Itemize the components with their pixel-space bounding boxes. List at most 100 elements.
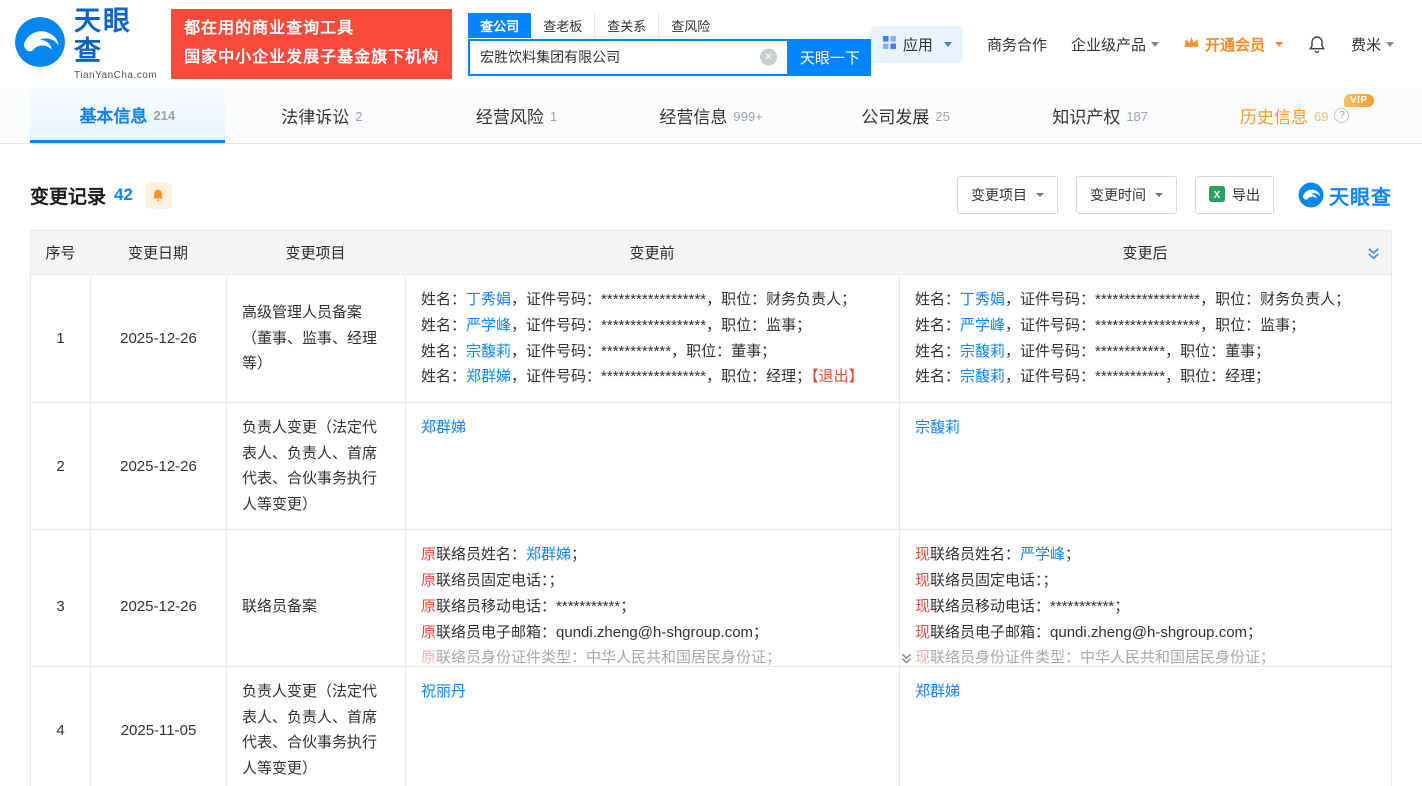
promo-banner: 都在用的商业查询工具 国家中小企业发展子基金旗下机构 xyxy=(171,9,452,79)
nav-tabs: 基本信息214法律诉讼2经营风险1经营信息999+公司发展25知识产权187历史… xyxy=(0,88,1422,144)
change-line: 现联络员姓名：严学峰； xyxy=(915,542,1376,568)
change-after: 郑群娣 xyxy=(899,667,1391,786)
nav-tab[interactable]: 知识产权187 xyxy=(1003,88,1198,143)
svg-text:X: X xyxy=(1214,190,1221,201)
enterprise-label: 企业级产品 xyxy=(1071,34,1146,55)
search-button[interactable]: 天眼一下 xyxy=(789,39,871,76)
text-segment: 姓名： xyxy=(915,343,960,360)
person-link[interactable]: 郑群娣 xyxy=(526,546,571,563)
filter-change-item-button[interactable]: 变更项目 xyxy=(957,176,1058,214)
nav-tab[interactable]: 基本信息214 xyxy=(30,88,225,143)
nav-tab-count: 999+ xyxy=(733,109,762,124)
nav-tab-label: 基本信息 xyxy=(79,102,147,127)
text-segment: 联络员电子邮箱：qundi.zheng@h-shgroup.com； xyxy=(930,624,1262,641)
search-tab[interactable]: 查公司 xyxy=(468,13,531,38)
clear-input-icon[interactable]: × xyxy=(760,49,777,66)
search-box: × 天眼一下 xyxy=(468,39,871,76)
table-body: 12025-12-26高级管理人员备案（董事、监事、经理等）姓名：丁秀娟，证件号… xyxy=(31,275,1391,786)
col-header-before: 变更前 xyxy=(405,231,899,274)
text-segment: 原 xyxy=(421,546,436,563)
change-line: 姓名：严学峰，证件号码：******************，职位：监事； xyxy=(421,313,884,339)
text-segment: 姓名： xyxy=(421,291,466,308)
subscribe-bell-icon[interactable] xyxy=(145,182,172,209)
person-link[interactable]: 丁秀娟 xyxy=(466,291,511,308)
change-line: 现联络员移动电话：***********； xyxy=(915,594,1376,620)
notifications-bell-icon[interactable] xyxy=(1307,34,1327,55)
change-before: 郑群娣 xyxy=(405,403,899,529)
search-tab[interactable]: 查老板 xyxy=(531,13,594,38)
text-segment: 现 xyxy=(915,572,930,589)
text-segment: 姓名： xyxy=(421,343,466,360)
text-segment: 原 xyxy=(421,649,436,666)
search-tab[interactable]: 查关系 xyxy=(594,13,658,38)
link-business-coop[interactable]: 商务合作 xyxy=(987,34,1047,55)
text-segment: 姓名： xyxy=(915,368,960,385)
filter-change-time-button[interactable]: 变更时间 xyxy=(1076,176,1177,214)
vip-label: 开通会员 xyxy=(1205,34,1265,55)
person-link[interactable]: 郑群娣 xyxy=(915,683,960,700)
text-segment: ； xyxy=(1065,546,1080,563)
page: 天眼查 TianYanCha.com 都在用的商业查询工具 国家中小企业发展子基… xyxy=(0,0,1422,786)
nav-tab[interactable]: 公司发展25 xyxy=(808,88,1003,143)
user-menu[interactable]: 费米 xyxy=(1351,34,1394,55)
text-segment: 姓名： xyxy=(421,368,466,385)
person-link[interactable]: 郑群娣 xyxy=(421,419,466,436)
change-before: 原联络员姓名：郑群娣；原联络员固定电话：；原联络员移动电话：**********… xyxy=(405,530,899,667)
expand-row-icon[interactable] xyxy=(900,652,913,665)
change-line: 郑群娣 xyxy=(915,679,1376,705)
search-tab[interactable]: 查风险 xyxy=(658,13,722,38)
text-segment: 姓名： xyxy=(421,317,466,334)
person-link[interactable]: 严学峰 xyxy=(960,317,1005,334)
person-link[interactable]: 郑群娣 xyxy=(466,368,511,385)
search-input[interactable] xyxy=(470,41,787,74)
text-segment: 联络员姓名： xyxy=(436,546,526,563)
col-header-no: 序号 xyxy=(31,231,90,274)
text-segment: 联络员电子邮箱：qundi.zheng@h-shgroup.com； xyxy=(436,624,768,641)
text-segment: ，证件号码：******************，职位：监事； xyxy=(511,317,811,334)
apps-menu[interactable]: 应用 xyxy=(871,26,963,63)
change-line: 原联络员固定电话：； xyxy=(421,568,884,594)
person-link[interactable]: 宗馥莉 xyxy=(960,343,1005,360)
filter-item-label: 变更项目 xyxy=(971,185,1027,205)
text-segment: 联络员固定电话：； xyxy=(436,572,564,589)
username: 费米 xyxy=(1351,34,1381,55)
row-index: 1 xyxy=(31,275,90,402)
link-enterprise-products[interactable]: 企业级产品 xyxy=(1071,34,1159,55)
watermark-text: 天眼查 xyxy=(1329,181,1392,210)
person-link[interactable]: 丁秀娟 xyxy=(960,291,1005,308)
help-icon[interactable]: ? xyxy=(1334,108,1349,123)
nav-tab[interactable]: 历史信息69VIP? xyxy=(1197,88,1392,143)
change-after: 宗馥莉 xyxy=(899,403,1391,529)
brand-name: 天眼查 xyxy=(74,7,157,66)
person-link[interactable]: 严学峰 xyxy=(466,317,511,334)
chevron-down-icon xyxy=(1155,193,1163,197)
change-item-text: 负责人变更（法定代表人、负责人、首席代表、合伙事务执行人等变更） xyxy=(242,415,390,517)
text-segment: 现 xyxy=(915,546,930,563)
text-segment: 姓名： xyxy=(915,291,960,308)
person-link[interactable]: 严学峰 xyxy=(1020,546,1065,563)
text-segment: 姓名： xyxy=(915,317,960,334)
nav-tab-label: 经营风险 xyxy=(476,103,544,128)
export-button[interactable]: X 导出 xyxy=(1195,176,1274,214)
link-open-vip[interactable]: 开通会员 xyxy=(1183,34,1283,55)
person-link[interactable]: 宗馥莉 xyxy=(960,368,1005,385)
text-segment: ，证件号码：******************，职位：财务负责人； xyxy=(1005,291,1350,308)
collapse-all-icon[interactable] xyxy=(1366,246,1381,265)
chevron-down-icon xyxy=(1275,42,1283,47)
nav-tab-label: 公司发展 xyxy=(861,103,929,128)
person-link[interactable]: 祝丽丹 xyxy=(421,683,466,700)
nav-tab[interactable]: 法律诉讼2 xyxy=(225,88,420,143)
nav-tab[interactable]: 经营信息999+ xyxy=(614,88,809,143)
change-item: 负责人变更（法定代表人、负责人、首席代表、合伙事务执行人等变更） xyxy=(226,667,405,786)
change-date: 2025-12-26 xyxy=(90,403,226,529)
tianyancha-logo[interactable]: 天眼查 TianYanCha.com xyxy=(14,7,157,80)
promo-line1: 都在用的商业查询工具 xyxy=(184,15,439,44)
col-header-after: 变更后 xyxy=(899,231,1391,274)
change-line: 姓名：宗馥莉，证件号码：************，职位：董事； xyxy=(915,339,1376,365)
tianyancha-logo-icon xyxy=(14,16,66,73)
person-link[interactable]: 宗馥莉 xyxy=(915,419,960,436)
change-item: 高级管理人员备案（董事、监事、经理等） xyxy=(226,275,405,402)
change-line: 姓名：郑群娣，证件号码：******************，职位：经理；【退出… xyxy=(421,364,884,390)
nav-tab[interactable]: 经营风险1 xyxy=(419,88,614,143)
person-link[interactable]: 宗馥莉 xyxy=(466,343,511,360)
